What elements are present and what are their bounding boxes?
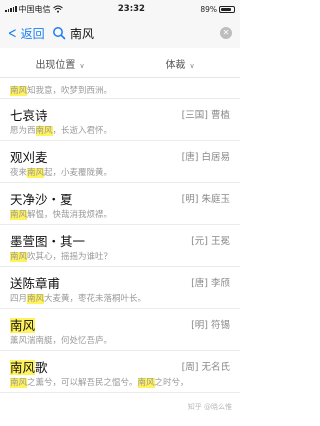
back-label: 返回 [20, 26, 45, 41]
watermark: 知乎 @晓么惟 [187, 403, 232, 411]
battery-percent: 89% [200, 4, 217, 14]
poem-title: 南风歌 [10, 360, 48, 375]
genre-filter[interactable]: 体裁 ∨ [120, 56, 240, 71]
list-item[interactable]: 天净沙・夏 [明] 朱庭玉南风解愠，快哉消我烦襟。 [0, 183, 240, 225]
highlight-match: 南风 [27, 168, 45, 178]
poem-author: [明] 符锡 [191, 320, 230, 331]
highlight-match: 南风 [10, 86, 28, 96]
poem-snippet: 南风知我意，吹梦到西洲。 [10, 86, 113, 96]
poem-title: 天净沙・夏 [10, 192, 73, 207]
battery-indicator: 89% [200, 5, 235, 14]
poem-snippet: 愿为西南风，长逝入君怀。 [10, 126, 113, 136]
poem-snippet: 南风解愠，快哉消我烦襟。 [10, 210, 113, 220]
poem-title: 墨萱图・其一 [10, 234, 86, 249]
position-filter[interactable]: 出现位置 ∨ [0, 56, 120, 71]
battery-icon [218, 5, 235, 13]
poem-snippet: 南风之薰兮，可以解吾民之愠兮。南风之时兮， [10, 378, 189, 388]
list-item[interactable]: 南风 [明] 符锡薰风湍南艇，何处忆吾庐。 [0, 309, 240, 351]
list-item[interactable]: 南风歌 [周] 无名氏南风之薰兮，可以解吾民之愠兮。南风之时兮， [0, 351, 240, 393]
clear-search-button[interactable]: ✕ [220, 27, 232, 39]
status-time: 23:32 [117, 4, 145, 14]
poem-title: 送陈章甫 [10, 276, 61, 291]
result-list: 南风知我意，吹梦到西洲。七哀诗 [三国] 曹植愿为西南风，长逝入君怀。观刈麦 [唐]… [0, 79, 240, 393]
filter-bar: 出现位置 ∨ 体裁 ∨ [0, 50, 240, 78]
carrier-label: 中国电信 [18, 4, 51, 14]
poem-author: [明] 朱庭玉 [181, 194, 230, 205]
chevron-down-icon: ∨ [79, 62, 85, 70]
search-icon [53, 27, 66, 40]
highlight-match: 南风 [137, 378, 155, 388]
genre-filter-label: 体裁 [165, 60, 186, 71]
poem-title: 南风 [10, 318, 36, 333]
poem-author: [唐] 李颀 [191, 278, 230, 289]
chevron-down-icon: ∨ [189, 62, 195, 70]
poem-title: 七哀诗 [10, 108, 48, 123]
poem-author: [周] 无名氏 [181, 362, 230, 373]
poem-snippet: 南风吹其心，摇摇为谁吐？ [10, 252, 113, 262]
list-item[interactable]: 送陈章甫 [唐] 李颀四月南风大麦黄，枣花未落桐叶长。 [0, 267, 240, 309]
nav-bar: < 返回 南风 ✕ [0, 18, 240, 48]
list-item[interactable]: 观刈麦 [唐] 白居易夜来南风起，小麦覆陇黄。 [0, 141, 240, 183]
list-item[interactable]: 南风知我意，吹梦到西洲。 [0, 79, 240, 99]
list-item[interactable]: 七哀诗 [三国] 曹植愿为西南风，长逝入君怀。 [0, 99, 240, 141]
highlight-match: 南风 [10, 210, 28, 220]
poem-author: [唐] 白居易 [181, 152, 230, 163]
poem-title: 观刈麦 [10, 150, 48, 165]
wifi-icon [52, 5, 63, 13]
highlight-match: 南风 [10, 378, 28, 388]
poem-author: [三国] 曹植 [181, 110, 230, 121]
status-bar: 中国电信 23:32 89% [0, 0, 240, 18]
chevron-left-icon: < [7, 23, 17, 42]
highlight-match: 南风 [10, 252, 28, 262]
search-box[interactable]: 南风 [52, 22, 178, 44]
highlight-match: 南风 [27, 294, 45, 304]
status-left: 中国电信 [5, 4, 63, 15]
poem-snippet: 薰风湍南艇，何处忆吾庐。 [10, 336, 113, 346]
signal-icon [5, 6, 17, 12]
poem-author: [元] 王冕 [191, 236, 230, 247]
list-item[interactable]: 墨萱图・其一 [元] 王冕南风吹其心，摇摇为谁吐？ [0, 225, 240, 267]
search-input[interactable]: 南风 [70, 25, 94, 42]
position-filter-label: 出现位置 [35, 60, 76, 71]
poem-snippet: 夜来南风起，小麦覆陇黄。 [10, 168, 113, 178]
back-button[interactable]: < 返回 [0, 25, 52, 42]
highlight-match: 南风 [35, 126, 53, 136]
poem-snippet: 四月南风大麦黄，枣花未落桐叶长。 [10, 294, 147, 304]
